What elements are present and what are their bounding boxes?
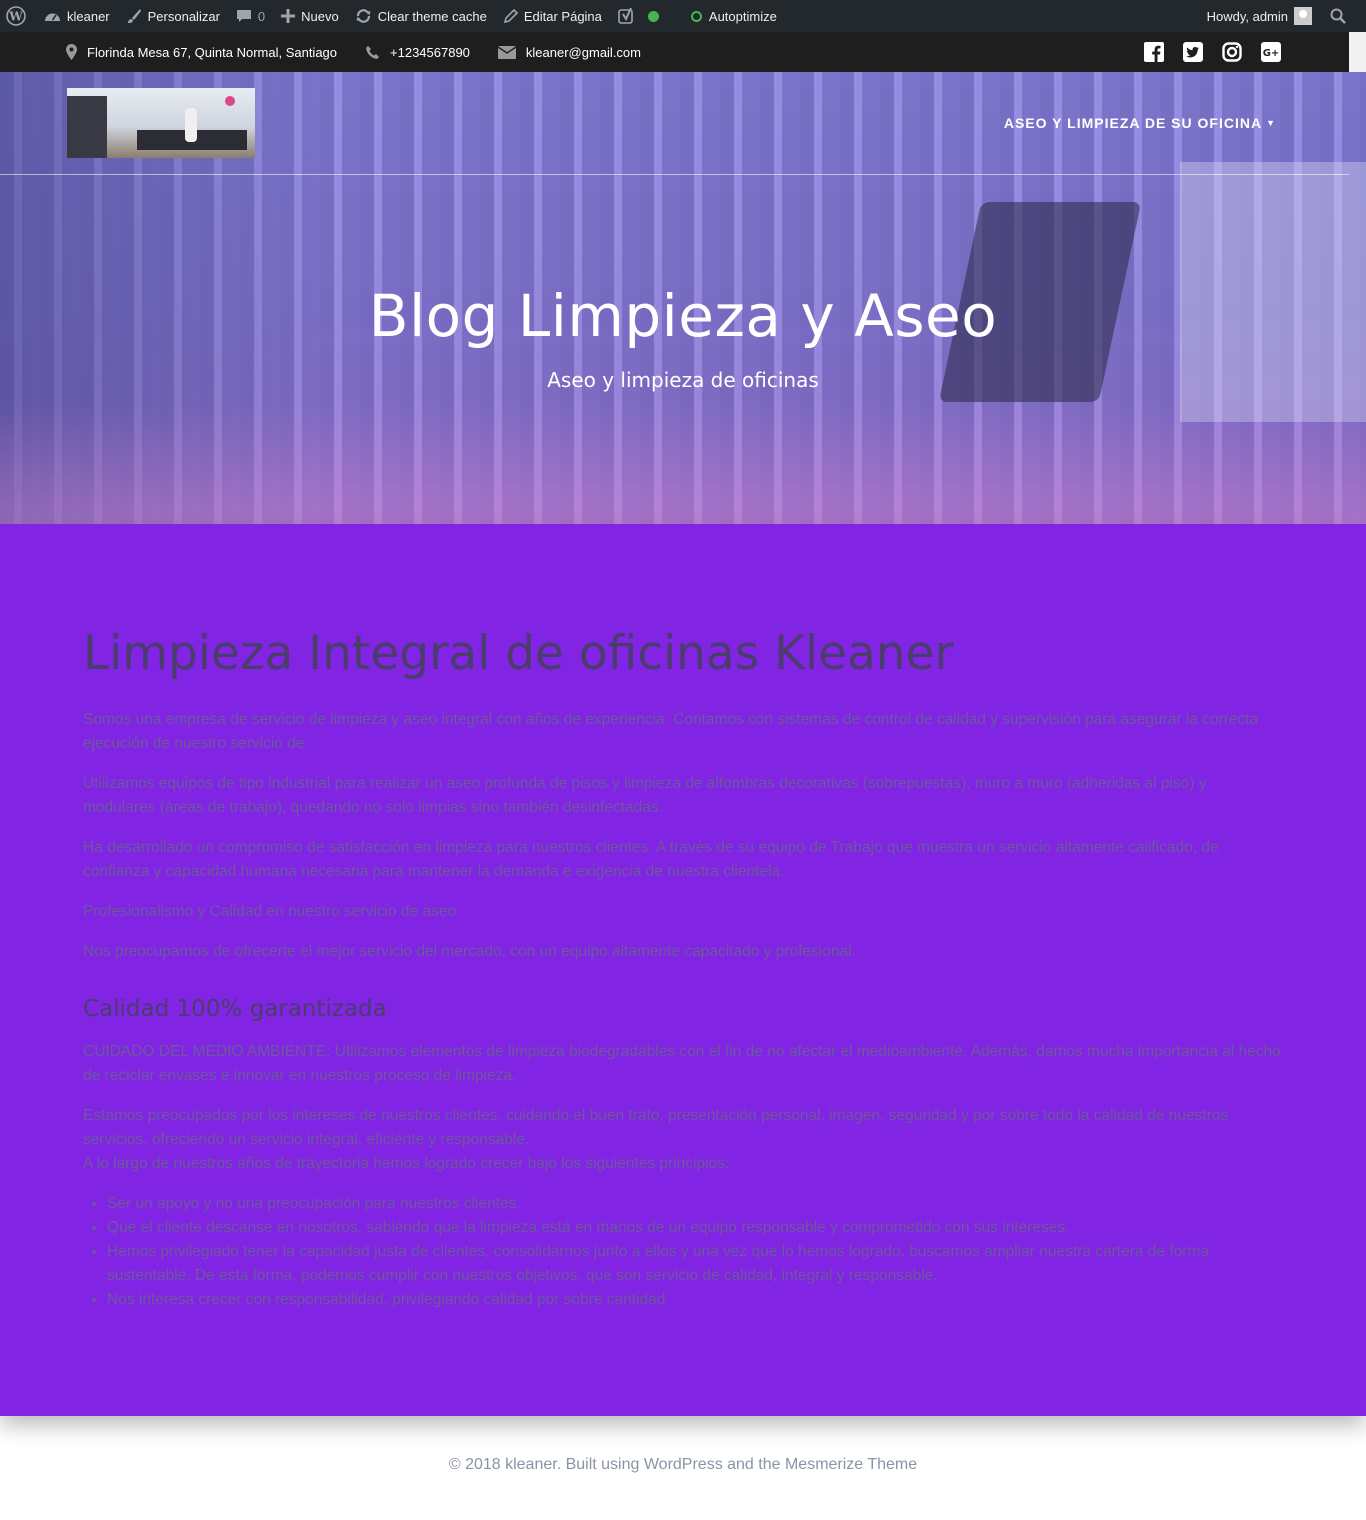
nav-divider (0, 174, 1349, 175)
caret-down-icon: ▼ (1266, 118, 1276, 128)
paragraph: Profesionalismo y Calidad en nuestro ser… (83, 903, 457, 920)
content-heading: Limpieza Integral de oficinas Kleaner (83, 626, 954, 681)
phone-icon (365, 45, 380, 60)
paragraph: Nos preocupamos de ofrecerte el mejor se… (83, 943, 856, 960)
search-icon (1330, 8, 1346, 24)
clear-cache-menu[interactable]: Clear theme cache (347, 0, 495, 32)
paragraph: Somos una empresa de servicio de limpiez… (83, 711, 1259, 752)
svg-text:G+: G+ (1262, 48, 1279, 59)
customize-menu[interactable]: Personalizar (118, 0, 228, 32)
admin-search-button[interactable] (1320, 0, 1366, 32)
scrollbar-track[interactable] (1349, 32, 1366, 72)
edit-page-label: Editar Página (523, 8, 602, 24)
comments-count: 0 (257, 8, 266, 24)
list-item: Que el cliente descanse en nosotros, sab… (107, 1216, 1283, 1240)
content-subheading: Calidad 100% garantizada (83, 996, 387, 1022)
account-menu[interactable]: Howdy, admin (1199, 0, 1320, 32)
autoptimize-label: Autoptimize (708, 8, 777, 24)
yoast-seo-menu[interactable] (610, 0, 667, 32)
instagram-icon[interactable] (1221, 42, 1242, 63)
new-content-menu[interactable]: Nuevo (273, 0, 347, 32)
list-item: Nos interesa crecer con responsabilidad,… (107, 1288, 1283, 1312)
pencil-icon (503, 8, 518, 24)
wp-admin-bar: W kleaner Personalizar 0 Nuevo Clear the… (0, 0, 1366, 32)
list-item: Hemos privilegiado tener la capacidad ju… (107, 1240, 1283, 1288)
google-plus-icon[interactable]: G+ (1260, 42, 1281, 63)
page-title: Blog Limpieza y Aseo (368, 282, 998, 350)
yoast-icon (618, 7, 636, 25)
clear-cache-label: Clear theme cache (377, 8, 487, 24)
site-name-menu[interactable]: kleaner (36, 0, 118, 32)
site-name-label: kleaner (67, 8, 110, 24)
logo-shelf (67, 96, 107, 158)
page-subtitle: Aseo y limpieza de oficinas (547, 368, 819, 392)
comment-icon (236, 9, 252, 24)
paragraph-line: Estamos preocupados por los intereses de… (83, 1107, 1229, 1148)
seo-status-dot (647, 10, 659, 22)
paragraph-line: A lo largo de nuestros años de trayector… (83, 1155, 730, 1172)
hero-background-floor (0, 404, 1366, 524)
phone-text: +1234567890 (390, 44, 470, 60)
plus-icon (281, 9, 296, 23)
email-info: kleaner@gmail.com (497, 44, 641, 60)
facebook-icon[interactable] (1143, 42, 1164, 63)
header-info-bar: Florinda Mesa 67, Quinta Normal, Santiag… (0, 32, 1349, 72)
twitter-icon[interactable] (1182, 42, 1203, 63)
brush-icon (126, 8, 142, 24)
email-text: kleaner@gmail.com (525, 44, 641, 60)
address-info: Florinda Mesa 67, Quinta Normal, Santiag… (66, 44, 337, 60)
paragraph: CUIDADO DEL MEDIO AMBIENTE: Utilizamos e… (83, 1043, 1281, 1084)
logo-person (185, 108, 197, 142)
logo-cleaning-tool (225, 96, 235, 106)
envelope-icon (497, 45, 516, 59)
article-body: Limpieza Integral de oficinas Kleaner So… (83, 624, 1283, 1312)
paragraph: Utilizamos equipos de tipo industrial pa… (83, 775, 1207, 816)
customize-label: Personalizar (147, 8, 220, 24)
avatar (1294, 7, 1312, 25)
nav-menu-item[interactable]: ASEO Y LIMPIEZA DE SU OFICINA ▼ (1004, 115, 1276, 131)
howdy-label: Howdy, admin (1206, 8, 1288, 24)
phone-info: +1234567890 (365, 45, 470, 60)
new-label: Nuevo (301, 8, 339, 24)
principles-list: Ser un apoyo y no una preocupación para … (107, 1192, 1283, 1312)
edit-page-menu[interactable]: Editar Página (495, 0, 610, 32)
map-marker-icon (66, 44, 77, 60)
dashboard-icon (44, 9, 61, 23)
comments-menu[interactable]: 0 (228, 0, 273, 32)
site-logo[interactable] (67, 88, 255, 158)
autoptimize-menu[interactable]: Autoptimize (683, 0, 785, 32)
autoptimize-status-icon (690, 10, 702, 22)
refresh-icon (355, 8, 372, 24)
address-text: Florinda Mesa 67, Quinta Normal, Santiag… (87, 44, 338, 60)
nav-menu-label: ASEO Y LIMPIEZA DE SU OFICINA (1003, 115, 1263, 131)
main-content: Limpieza Integral de oficinas Kleaner So… (0, 524, 1366, 1416)
list-item: Ser un apoyo y no una preocupación para … (107, 1192, 1283, 1216)
paragraph: Estamos preocupados por los intereses de… (83, 1104, 1283, 1176)
wordpress-logo-icon[interactable]: W (0, 0, 36, 32)
hero-header: ASEO Y LIMPIEZA DE SU OFICINA ▼ Blog Lim… (0, 72, 1366, 524)
footer-copyright: © 2018 kleaner. Built using WordPress an… (448, 1456, 918, 1473)
paragraph: Ha desarrollado un compromiso de satisfa… (83, 839, 1219, 880)
svg-text:W: W (8, 10, 23, 24)
social-icons: G+ (1143, 42, 1281, 63)
